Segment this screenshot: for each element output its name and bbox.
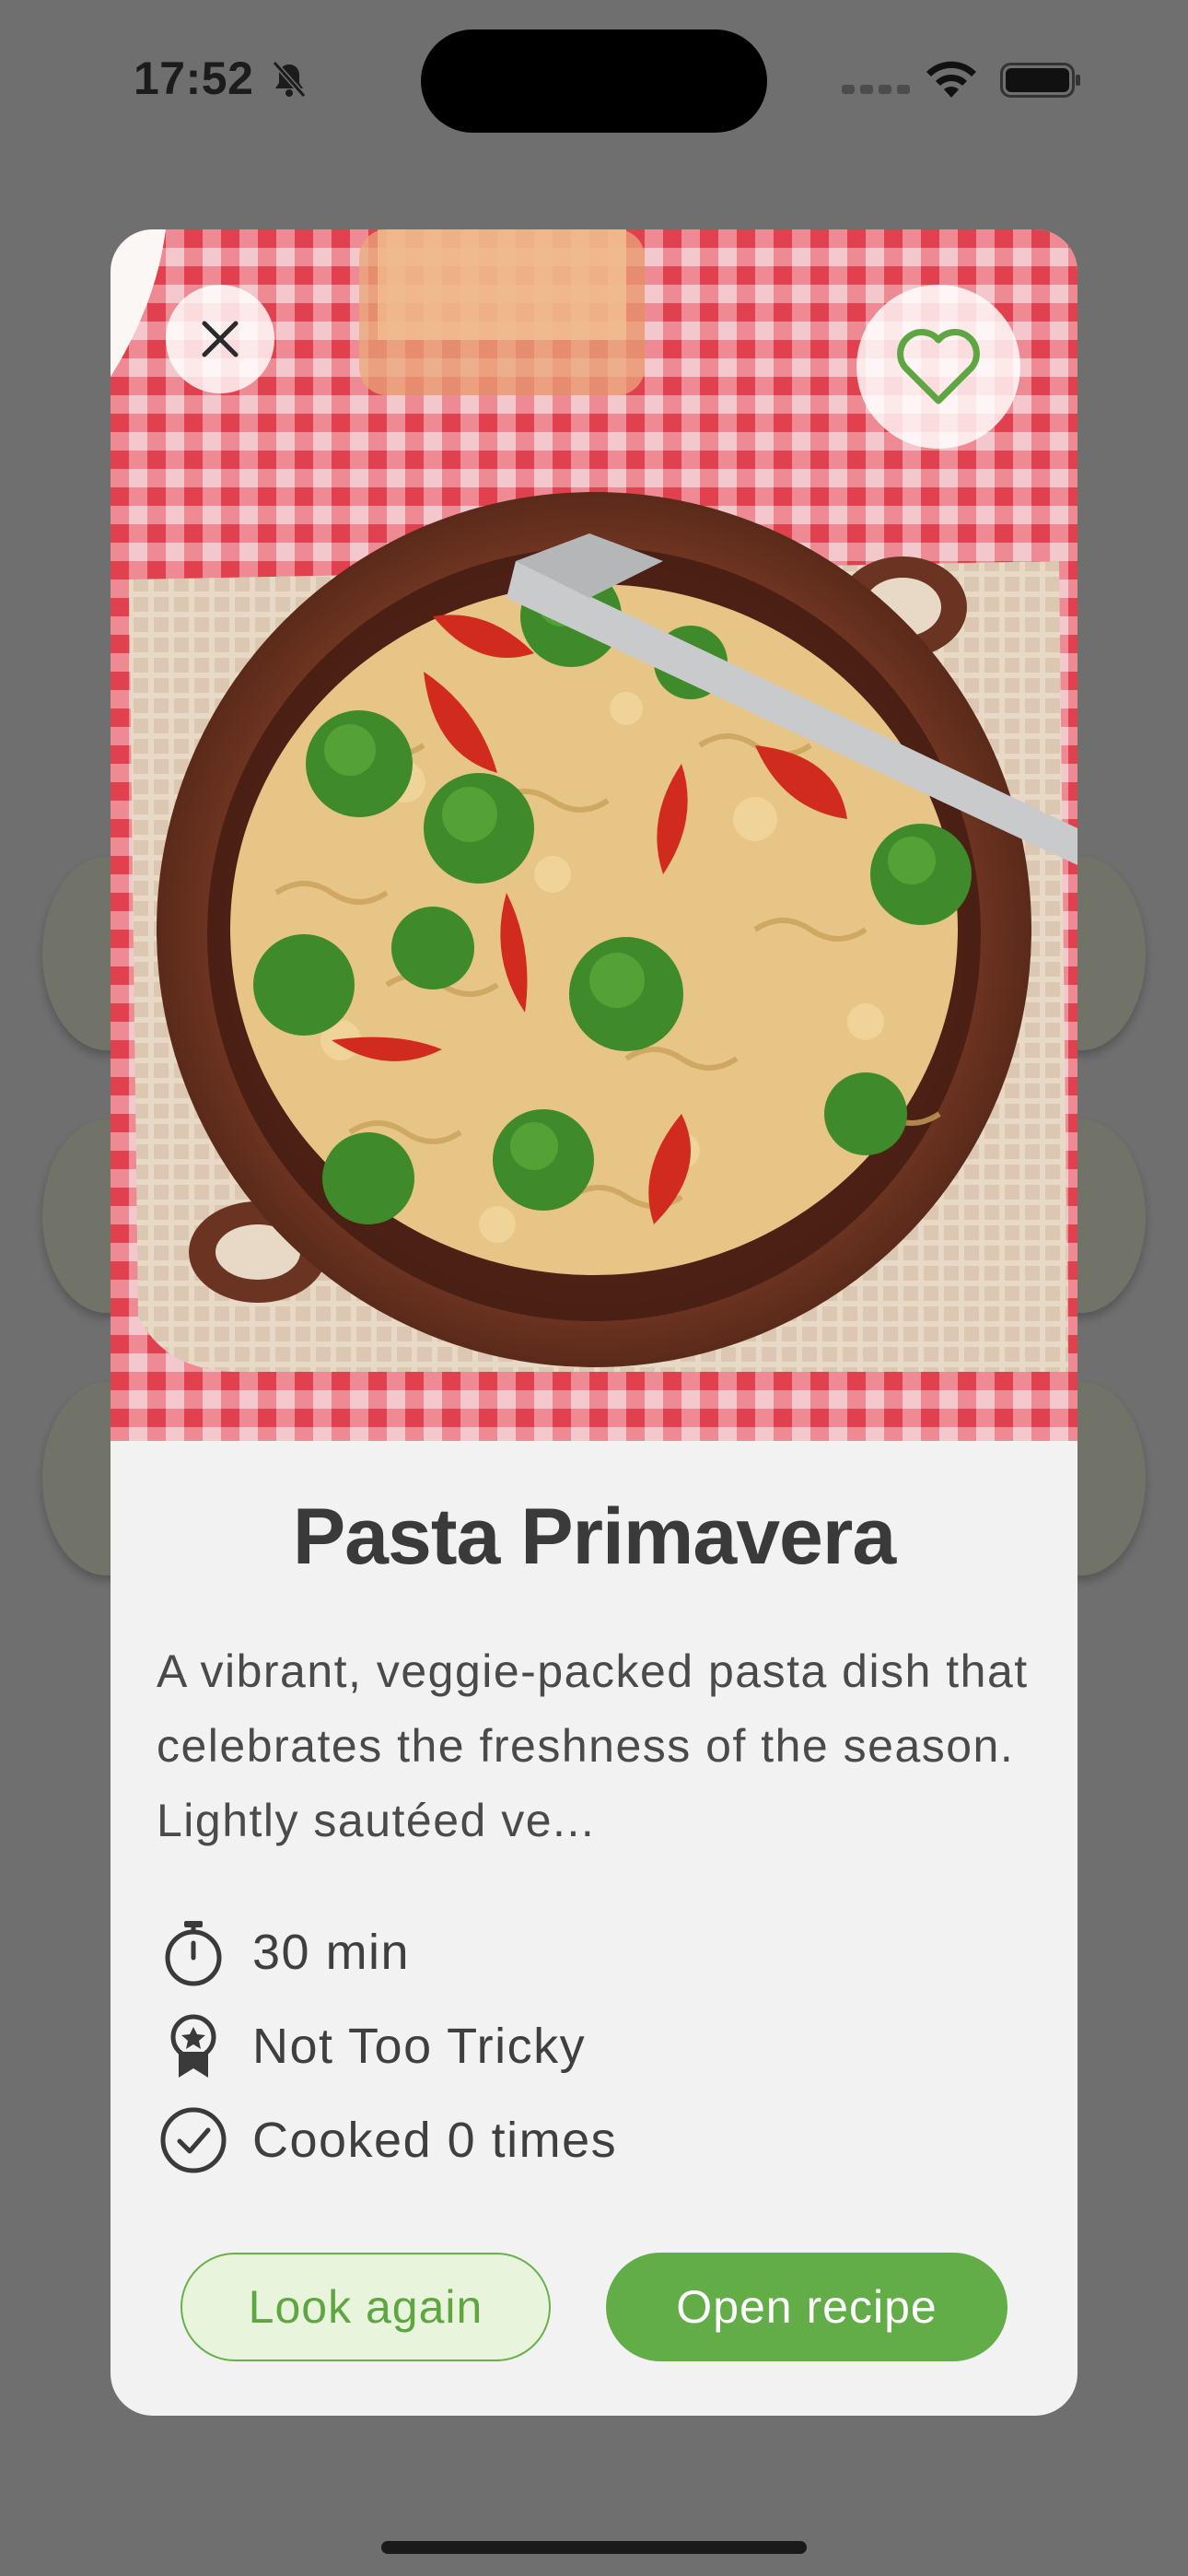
- recipe-title: Pasta Primavera: [292, 1493, 896, 1581]
- status-time: 17:52: [134, 53, 254, 104]
- recipe-description: A vibrant, veggie-packed pasta dish that…: [157, 1645, 1029, 1846]
- bell-slash-icon: [272, 61, 307, 98]
- recipe-modal: Pasta Primavera A vibrant, veggie-packed…: [111, 229, 1077, 2416]
- meta-time: 30 min: [158, 1915, 410, 1989]
- wifi-icon: [926, 61, 976, 98]
- meta-cooked-text: Cooked 0 times: [252, 2113, 618, 2168]
- close-button[interactable]: [166, 285, 274, 393]
- check-circle-icon: [160, 2107, 227, 2173]
- meta-cooked: Cooked 0 times: [158, 2103, 617, 2177]
- meta-time-text: 30 min: [252, 1925, 411, 1980]
- look-again-button[interactable]: Look again: [181, 2253, 551, 2361]
- meta-difficulty: Not Too Tricky: [158, 2009, 586, 2083]
- open-recipe-button[interactable]: Open recipe: [606, 2253, 1007, 2361]
- home-indicator[interactable]: [381, 2541, 807, 2554]
- dynamic-island: [421, 29, 767, 133]
- meta-difficulty-text: Not Too Tricky: [252, 2019, 587, 2074]
- battery-full-icon: [1000, 63, 1080, 98]
- heart-outline-icon: [897, 329, 980, 404]
- close-icon: [202, 321, 239, 357]
- stopwatch-icon: [165, 1921, 222, 1986]
- favorite-button[interactable]: [856, 285, 1020, 449]
- award-badge-icon: [170, 2014, 216, 2078]
